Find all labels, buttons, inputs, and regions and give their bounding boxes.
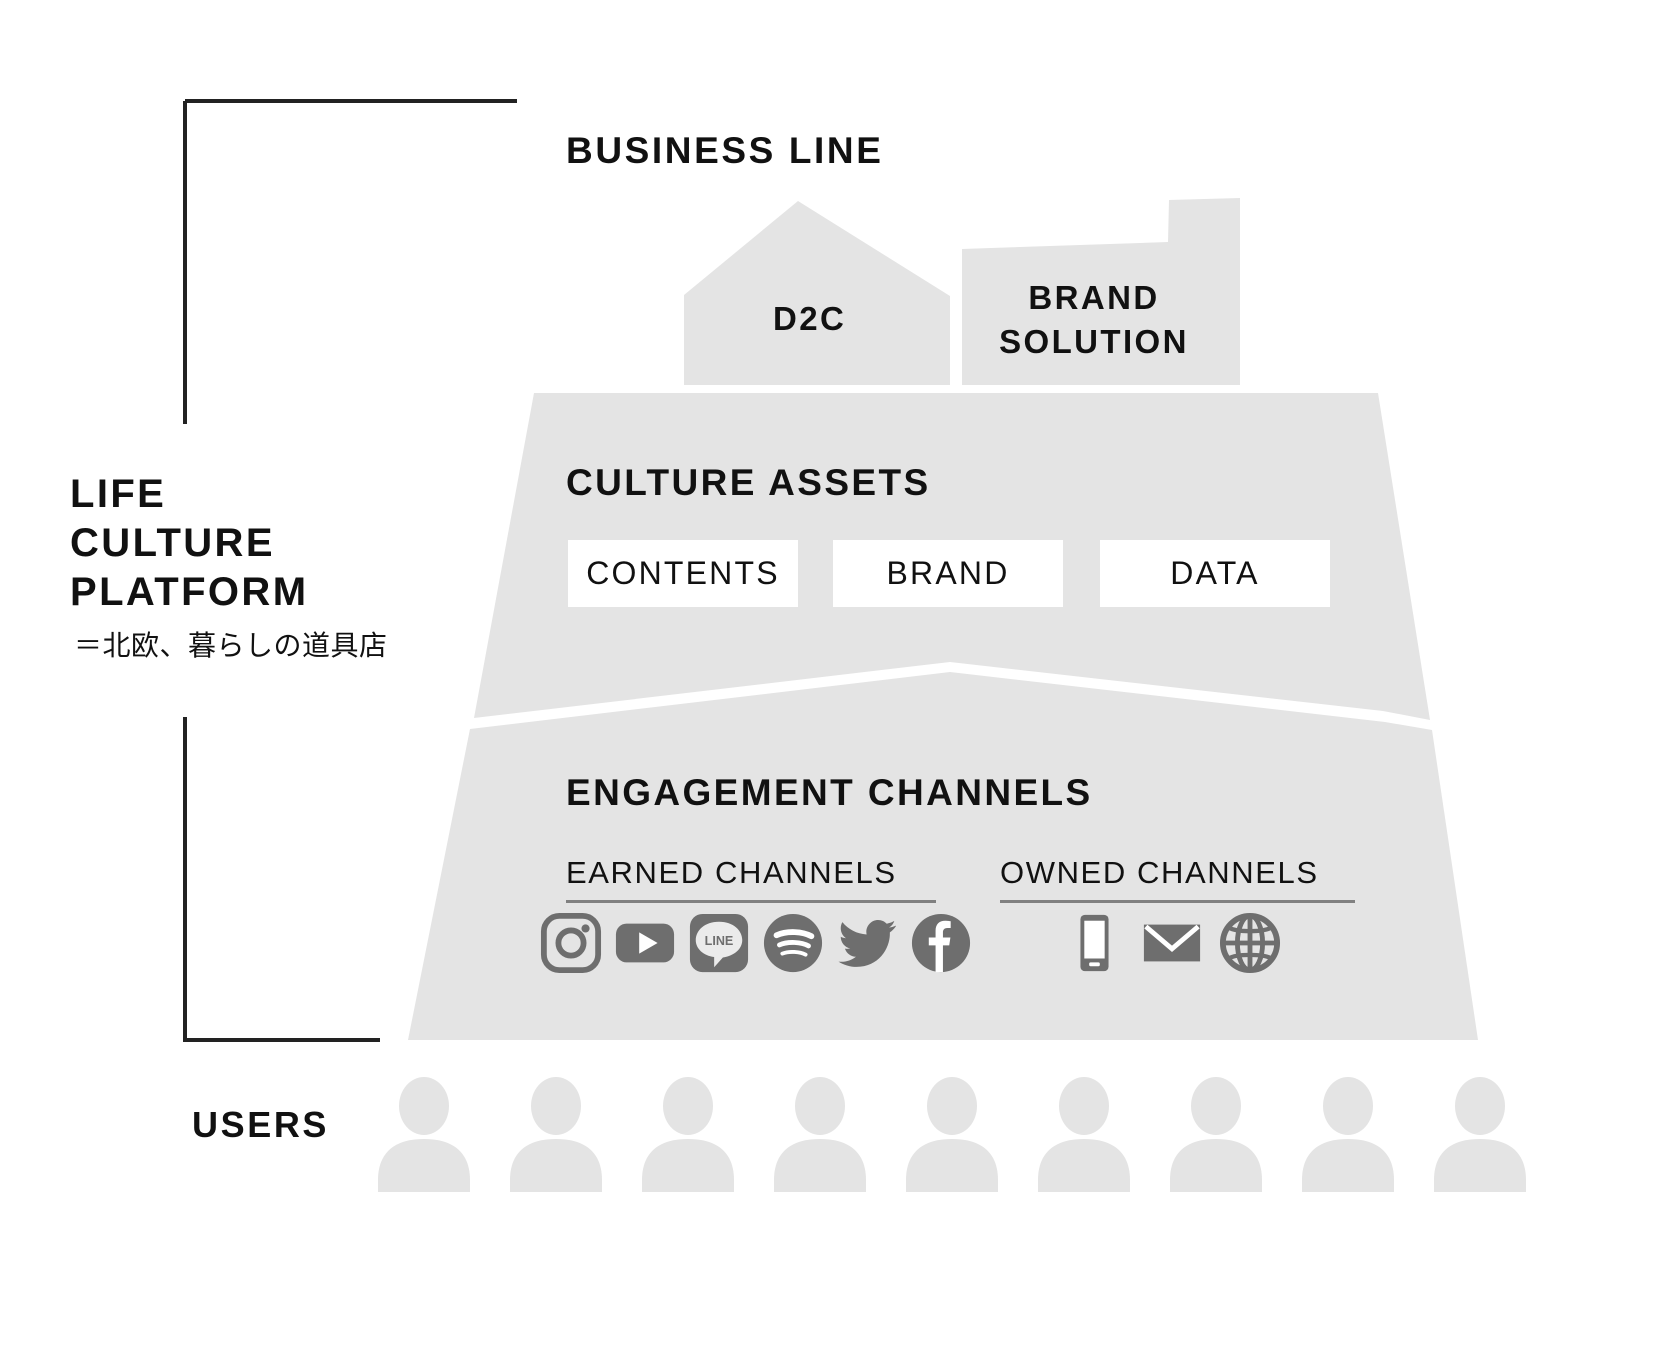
user-avatar <box>642 1077 734 1192</box>
user-avatar <box>510 1077 602 1192</box>
user-avatar <box>1038 1077 1130 1192</box>
platform-title-line3: PLATFORM <box>70 570 309 614</box>
d2c-shape <box>684 201 950 385</box>
brand-solution-line2: SOLUTION <box>999 323 1189 360</box>
youtube-icon <box>615 923 675 963</box>
platform-subtitle: ＝北欧、暮らしの道具店 <box>74 629 388 662</box>
platform-title: LIFE CULTURE PLATFORM <box>70 470 308 617</box>
culture-asset-label: CONTENTS <box>586 555 780 591</box>
owned-channels-heading: OWNED CHANNELS <box>1000 855 1355 903</box>
owned-channels-icons <box>1063 912 1281 974</box>
user-avatar <box>774 1077 866 1192</box>
instagram-icon <box>540 912 602 974</box>
d2c-label: D2C <box>773 300 847 337</box>
culture-asset-label: BRAND <box>886 555 1010 591</box>
business-line-heading: BUSINESS LINE <box>566 130 884 171</box>
bracket-bottom <box>183 717 380 1042</box>
culture-assets-heading: CULTURE ASSETS <box>566 462 931 503</box>
engagement-channels-heading: ENGAGEMENT CHANNELS <box>566 772 1093 813</box>
globe-icon <box>1219 912 1281 974</box>
user-avatar <box>1434 1077 1526 1192</box>
line-icon: LINE <box>689 913 749 973</box>
email-icon <box>1143 924 1201 962</box>
users-avatars <box>378 1077 1526 1192</box>
svg-text:LINE: LINE <box>705 934 734 948</box>
culture-asset-box-data: DATA <box>1100 540 1330 607</box>
user-avatar <box>378 1077 470 1192</box>
user-avatar <box>1302 1077 1394 1192</box>
twitter-icon <box>838 919 897 967</box>
culture-asset-label: DATA <box>1170 555 1260 591</box>
users-label: USERS <box>192 1104 330 1145</box>
earned-channels-heading: EARNED CHANNELS <box>566 855 936 903</box>
brand-solution-line1: BRAND <box>1028 279 1160 316</box>
brand-solution-label: BRAND SOLUTION <box>999 276 1284 364</box>
brand-solution-label-text: BRAND SOLUTION <box>999 276 1189 364</box>
spotify-icon <box>763 913 823 973</box>
user-avatar <box>906 1077 998 1192</box>
earned-channels-icons: LINE <box>540 912 972 974</box>
culture-asset-box-brand: BRAND <box>833 540 1063 607</box>
diagram-canvas: LIFE CULTURE PLATFORM ＝北欧、暮らしの道具店 BUSINE… <box>0 0 1679 1350</box>
user-avatar <box>1170 1077 1262 1192</box>
smartphone-icon <box>1080 914 1109 972</box>
culture-asset-box-contents: CONTENTS <box>568 540 798 607</box>
bracket-top <box>183 99 517 424</box>
diagram-shapes <box>183 99 1526 1192</box>
facebook-icon <box>911 913 971 973</box>
platform-title-line2: CULTURE <box>70 521 275 565</box>
platform-title-line1: LIFE <box>70 472 167 516</box>
